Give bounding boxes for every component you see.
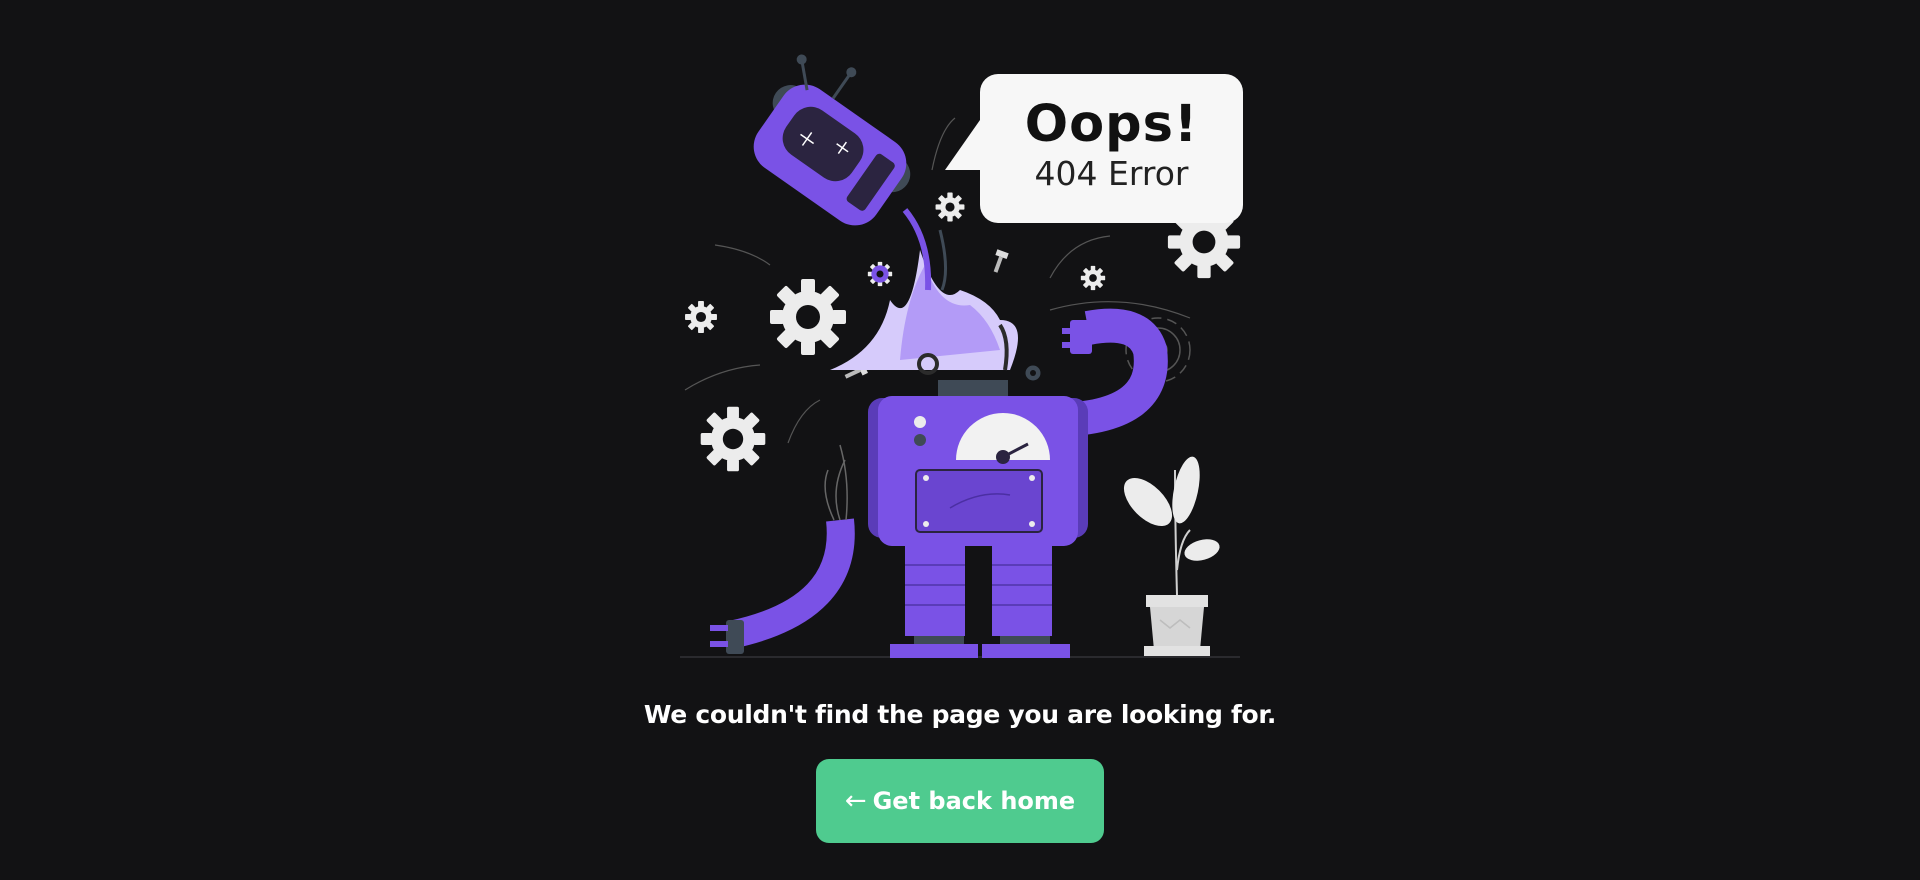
plant-icon xyxy=(1123,456,1220,656)
gear-icon xyxy=(700,406,766,472)
speech-bubble: Oops! 404 Error xyxy=(980,74,1243,223)
screw-icon xyxy=(993,249,1009,273)
not-found-message: We couldn't find the page you are lookin… xyxy=(643,700,1277,729)
explosion-icon xyxy=(830,208,1018,375)
gear-icon xyxy=(935,192,965,222)
gear-icon xyxy=(685,301,717,333)
error-title: Oops! xyxy=(1024,95,1199,154)
home-button-label: Get back home xyxy=(872,787,1076,815)
gear-icon xyxy=(1025,365,1041,381)
get-back-home-button[interactable]: ← Get back home xyxy=(816,759,1104,843)
gear-icon xyxy=(770,279,846,355)
error-code: 404 Error xyxy=(1034,153,1189,193)
arrow-left-icon: ← xyxy=(844,786,867,816)
robot-head-icon xyxy=(753,54,911,226)
not-found-page: Oops! 404 Error We couldn't find the pag… xyxy=(0,0,1920,880)
gear-icon xyxy=(867,261,893,287)
gear-icon xyxy=(1080,265,1106,291)
